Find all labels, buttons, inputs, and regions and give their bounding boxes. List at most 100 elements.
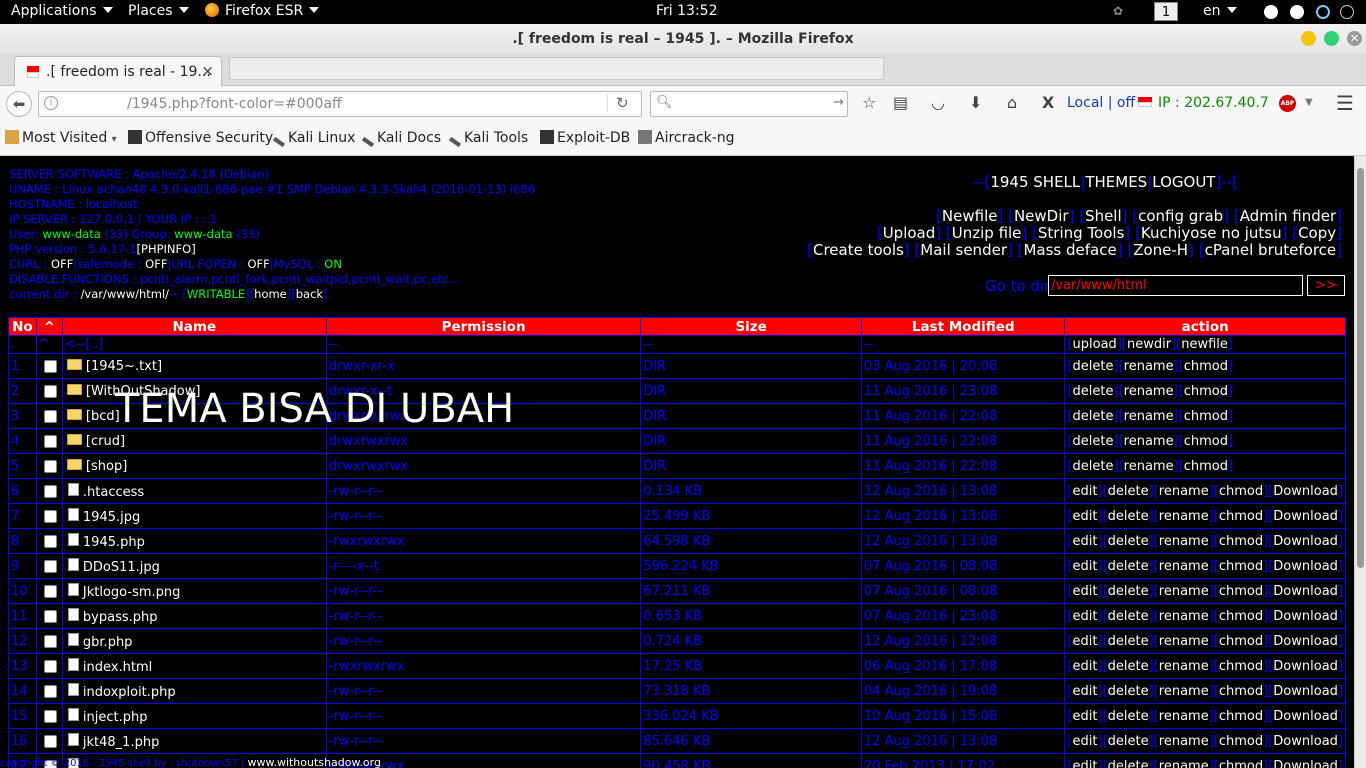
delete-action-link[interactable]: delete — [1108, 659, 1149, 674]
edit-action-link[interactable]: edit — [1073, 484, 1098, 499]
search-go-icon[interactable]: → — [833, 95, 844, 110]
create-tools-link[interactable]: Create tools — [813, 241, 904, 259]
edit-action-link[interactable]: edit — [1073, 659, 1098, 674]
page-scrollbar[interactable] — [1354, 156, 1366, 768]
header-col-check[interactable]: ^ — [35, 317, 63, 336]
file-name-link[interactable]: gbr.php — [83, 635, 133, 650]
volume-icon[interactable] — [1290, 5, 1304, 19]
download-action-link[interactable]: Download — [1273, 609, 1338, 624]
kuchiyose-link[interactable]: Kuchiyose no jutsu — [1141, 224, 1282, 242]
reload-icon[interactable]: ↻ — [607, 94, 629, 112]
back-button[interactable]: ⬅ — [6, 91, 32, 117]
download-action-link[interactable]: Download — [1273, 684, 1338, 699]
rename-action-link[interactable]: rename — [1159, 484, 1209, 499]
keyboard-layout-menu[interactable]: en — [1203, 3, 1237, 19]
edit-action-link[interactable]: edit — [1073, 634, 1098, 649]
permission-link[interactable]: drwxrwxrwx — [329, 459, 408, 474]
chmod-action-link[interactable]: chmod — [1219, 634, 1263, 649]
adblock-icon[interactable]: ABP — [1279, 95, 1296, 112]
permission-link[interactable]: -rw-r--r-- — [329, 709, 382, 724]
bookmark-exploit-db[interactable]: Exploit-DB — [540, 130, 630, 146]
info-icon[interactable]: i — [44, 96, 58, 110]
delete-action-link[interactable]: delete — [1108, 634, 1149, 649]
delete-action-link[interactable]: delete — [1108, 559, 1149, 574]
mail-sender-link[interactable]: Mail sender — [920, 241, 1007, 259]
delete-action-link[interactable]: delete — [1108, 684, 1149, 699]
workspace-indicator[interactable]: 1 — [1154, 2, 1178, 21]
download-action-link[interactable]: Download — [1273, 534, 1338, 549]
permission-link[interactable]: -rw-r--r-- — [329, 609, 382, 624]
rename-action-link[interactable]: rename — [1159, 734, 1209, 749]
permission-link[interactable]: -rw-r--r-- — [329, 734, 382, 749]
unzip-file-link[interactable]: Unzip file — [952, 224, 1022, 242]
delete-action-link[interactable]: delete — [1073, 359, 1114, 374]
current-dir-path[interactable]: /var/www/html/ — [81, 287, 170, 301]
download-action-link[interactable]: Download — [1273, 759, 1338, 768]
network-icon[interactable] — [1264, 5, 1278, 19]
select-all-toggle[interactable]: ^ — [35, 335, 63, 354]
rename-action-link[interactable]: rename — [1159, 534, 1209, 549]
rename-action-link[interactable]: rename — [1159, 759, 1209, 768]
chmod-action-link[interactable]: chmod — [1184, 359, 1228, 374]
mass-deface-link[interactable]: Mass deface — [1023, 241, 1116, 259]
row-checkbox[interactable] — [43, 559, 57, 573]
bookmark-most-visited[interactable]: Most Visited ▾ — [5, 130, 117, 146]
close-tab-icon[interactable]: × — [201, 62, 214, 80]
permission-link[interactable]: -rw-r--r-- — [329, 584, 382, 599]
download-action-link[interactable]: Download — [1273, 559, 1338, 574]
delete-action-link[interactable]: delete — [1108, 509, 1149, 524]
download-icon[interactable]: ⬇ — [969, 93, 982, 112]
newfile-action-link[interactable]: newfile — [1181, 337, 1228, 352]
download-action-link[interactable]: Download — [1273, 484, 1338, 499]
home-link[interactable]: home — [254, 287, 287, 301]
chmod-action-link[interactable]: chmod — [1219, 559, 1263, 574]
download-action-link[interactable]: Download — [1273, 659, 1338, 674]
local-toggle[interactable]: Local | off — [1067, 95, 1135, 111]
permission-link[interactable]: -rw-r--r-- — [329, 509, 382, 524]
permission-link[interactable]: -rw-r--r-- — [329, 484, 382, 499]
chmod-action-link[interactable]: chmod — [1219, 659, 1263, 674]
file-name-link[interactable]: Jktlogo-sm.png — [83, 585, 180, 600]
rename-action-link[interactable]: rename — [1159, 584, 1209, 599]
chmod-action-link[interactable]: chmod — [1219, 734, 1263, 749]
url-bar[interactable]: i /1945.php?font-color=#000aff ↻ — [38, 91, 642, 117]
newdir-action-link[interactable]: newdir — [1127, 337, 1171, 352]
permission-link[interactable]: -rw-r--r-- — [329, 684, 382, 699]
delete-action-link[interactable]: delete — [1073, 409, 1114, 424]
rename-action-link[interactable]: rename — [1159, 559, 1209, 574]
chmod-action-link[interactable]: chmod — [1219, 759, 1263, 768]
row-checkbox[interactable] — [43, 584, 57, 598]
file-name-link[interactable]: [crud] — [86, 434, 125, 449]
chmod-action-link[interactable]: chmod — [1219, 534, 1263, 549]
file-name-link[interactable]: DDoS11.jpg — [83, 560, 160, 575]
rename-action-link[interactable]: rename — [1159, 659, 1209, 674]
close-window-button[interactable]: ✕ — [1347, 31, 1362, 46]
file-name-link[interactable]: 1945.php — [83, 535, 145, 550]
row-checkbox[interactable] — [43, 634, 57, 648]
accessibility-icon[interactable]: ✿ — [1113, 4, 1123, 18]
cpanel-bruteforce-link[interactable]: cPanel bruteforce — [1205, 241, 1337, 259]
download-action-link[interactable]: Download — [1273, 584, 1338, 599]
delete-action-link[interactable]: delete — [1108, 534, 1149, 549]
rename-action-link[interactable]: rename — [1124, 434, 1174, 449]
row-checkbox[interactable] — [43, 359, 57, 373]
delete-action-link[interactable]: delete — [1108, 484, 1149, 499]
newdir-link[interactable]: NewDir — [1014, 207, 1069, 225]
file-name-link[interactable]: indoxploit.php — [83, 685, 176, 700]
file-name-link[interactable]: [shop] — [86, 459, 127, 474]
scrollbar-thumb[interactable] — [1357, 168, 1364, 568]
goto-dir-button[interactable]: >> — [1307, 275, 1345, 296]
row-checkbox[interactable] — [43, 384, 57, 398]
power-icon[interactable] — [1316, 5, 1330, 19]
rename-action-link[interactable]: rename — [1124, 459, 1174, 474]
rename-action-link[interactable]: rename — [1159, 609, 1209, 624]
delete-action-link[interactable]: delete — [1073, 459, 1114, 474]
edit-action-link[interactable]: edit — [1073, 609, 1098, 624]
bookmark-star-icon[interactable]: ☆ — [862, 93, 876, 112]
places-menu[interactable]: Places — [128, 3, 189, 19]
bookmark-offensive-security[interactable]: Offensive Security — [128, 130, 273, 146]
chmod-action-link[interactable]: chmod — [1219, 484, 1263, 499]
phpinfo-link[interactable]: [PHPINFO] — [137, 242, 196, 256]
footer-site-link[interactable]: www.withoutshadow.org — [247, 756, 381, 768]
search-bar[interactable]: 🔍︎ → — [650, 91, 848, 117]
